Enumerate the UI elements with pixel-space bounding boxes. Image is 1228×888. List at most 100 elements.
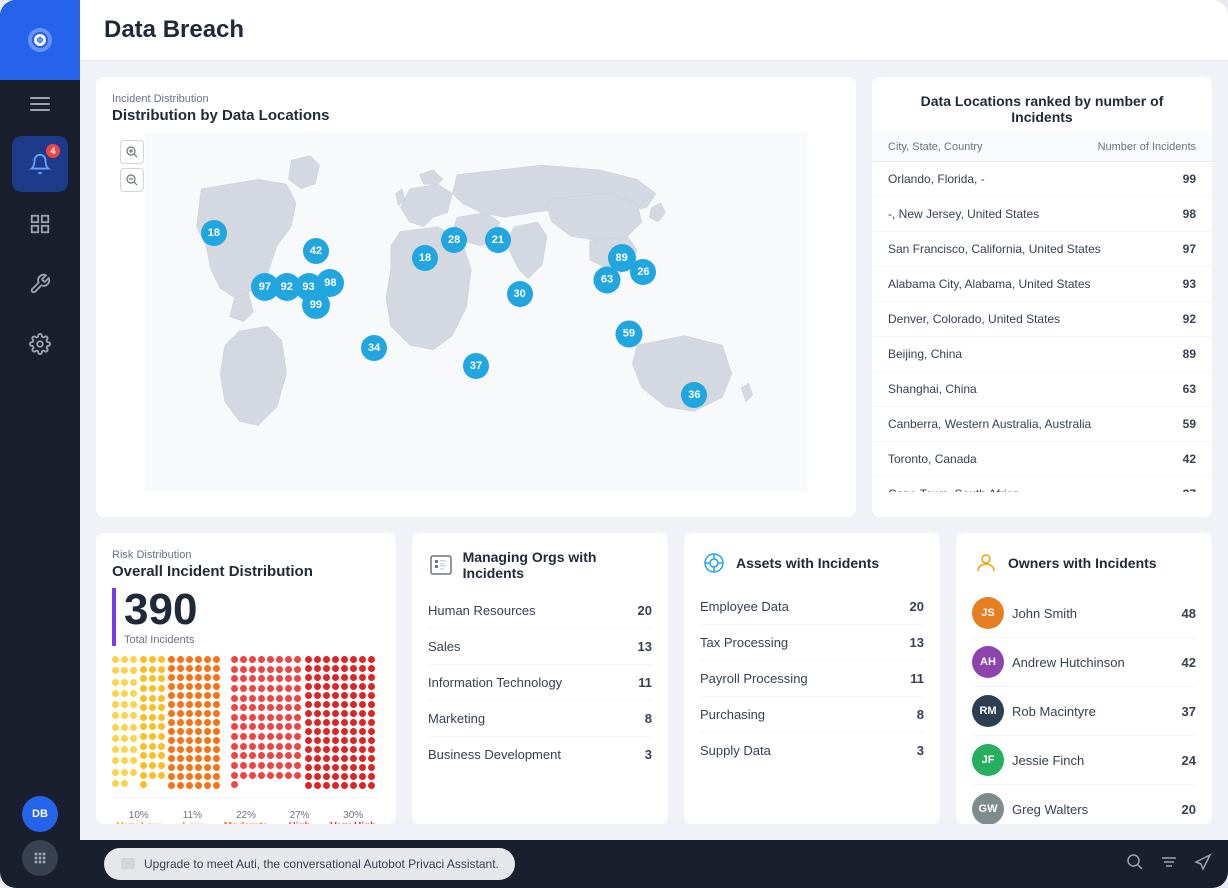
ranking-row: Toronto, Canada 42 <box>872 442 1212 477</box>
ranking-row: Shanghai, China 63 <box>872 372 1212 407</box>
owners-card: Owners with Incidents JS John Smith 48 A… <box>956 533 1212 824</box>
owner-count: 48 <box>1182 606 1196 621</box>
assets-list-item: Supply Data 3 <box>700 733 924 768</box>
assets-list-item: Payroll Processing 11 <box>700 661 924 697</box>
risk-total-container: 390 Total Incidents <box>112 588 197 646</box>
map-marker-21[interactable]: 21 <box>485 227 511 253</box>
owner-count: 24 <box>1182 753 1196 768</box>
content-area: Incident Distribution Distribution by Da… <box>80 61 1228 840</box>
apps-icon[interactable] <box>22 840 58 876</box>
chat-text: Upgrade to meet Auti, the conversational… <box>144 857 499 871</box>
main-content: Data Breach Incident Distribution Distri… <box>80 0 1228 888</box>
owner-avatar: RM <box>972 695 1004 727</box>
map-marker-59[interactable]: 59 <box>615 320 642 347</box>
dot-section <box>168 656 228 789</box>
navigate-button[interactable] <box>1194 853 1212 876</box>
orgs-list: Human Resources 20 Sales 13 Information … <box>428 593 652 772</box>
risk-total-number: 390 <box>124 588 197 632</box>
orgs-card: Managing Orgs with Incidents Human Resou… <box>412 533 668 824</box>
bottom-bar: Upgrade to meet Auti, the conversational… <box>80 840 1228 888</box>
risk-levels: 10% Very Low 35 11% Low 40 22% Moderate … <box>112 797 380 824</box>
map-marker-18-na[interactable]: 18 <box>201 220 227 246</box>
map-marker-28[interactable]: 28 <box>441 227 467 253</box>
search-button[interactable] <box>1126 853 1144 876</box>
map-title: Distribution by Data Locations <box>112 107 840 124</box>
owner-name: Greg Walters <box>1012 802 1174 817</box>
rankings-col-header: City, State, Country Number of Incidents <box>872 133 1212 162</box>
col-incidents-label: Number of Incidents <box>1098 141 1196 153</box>
map-card: Incident Distribution Distribution by Da… <box>96 77 856 517</box>
rankings-title: Data Locations ranked by number of Incid… <box>888 93 1196 125</box>
sidebar-item-dashboard[interactable] <box>12 196 68 252</box>
map-marker-26[interactable]: 26 <box>630 259 656 285</box>
orgs-list-item: Information Technology 11 <box>428 665 652 701</box>
map-marker-99[interactable]: 99 <box>302 291 330 319</box>
owners-title: Owners with Incidents <box>1008 555 1157 571</box>
owner-name: John Smith <box>1012 606 1174 621</box>
risk-title: Overall Incident Distribution <box>112 563 380 580</box>
map-marker-63[interactable]: 63 <box>594 266 621 293</box>
sidebar-bottom: DB <box>22 784 58 888</box>
sidebar-nav: 4 <box>12 128 68 784</box>
assets-icon <box>700 549 728 577</box>
map-marker-34[interactable]: 34 <box>361 335 387 361</box>
chat-bubble-icon <box>120 856 136 872</box>
owner-name: Jessie Finch <box>1012 753 1174 768</box>
app-container: 4 <box>0 0 1228 888</box>
map-marker-36[interactable]: 36 <box>681 382 707 408</box>
map-marker-18-eu[interactable]: 18 <box>412 245 438 271</box>
sidebar-item-alerts[interactable]: 4 <box>12 136 68 192</box>
assets-card: Assets with Incidents Employee Data 20 T… <box>684 533 940 824</box>
sidebar-item-settings[interactable] <box>12 316 68 372</box>
rankings-list[interactable]: Orlando, Florida, - 99 -, New Jersey, Un… <box>872 162 1212 492</box>
risk-level-item: 22% Moderate 90 <box>219 806 273 824</box>
col-city-label: City, State, Country <box>888 141 983 153</box>
owner-row: AH Andrew Hutchinson 42 <box>972 638 1196 687</box>
assets-list-item: Tax Processing 13 <box>700 625 924 661</box>
assets-header: Assets with Incidents <box>700 549 924 577</box>
risk-subtitle: Risk Distribution <box>112 549 380 561</box>
risk-card: Risk Distribution Overall Incident Distr… <box>96 533 396 824</box>
risk-total-label: Total Incidents <box>124 634 197 646</box>
orgs-list-item: Marketing 8 <box>428 701 652 737</box>
owner-count: 42 <box>1182 655 1196 670</box>
orgs-list-item: Human Resources 20 <box>428 593 652 629</box>
owner-avatar: JS <box>972 597 1004 629</box>
ranking-row: -, New Jersey, United States 98 <box>872 197 1212 232</box>
dot-section <box>231 656 301 789</box>
risk-level-item: 11% Low 40 <box>166 806 220 824</box>
owner-count: 20 <box>1182 802 1196 817</box>
risk-total-section: 390 Total Incidents <box>112 588 380 646</box>
zoom-out-button[interactable] <box>120 168 144 192</box>
map-subtitle: Incident Distribution <box>112 93 840 105</box>
ranking-row: Orlando, Florida, - 99 <box>872 162 1212 197</box>
owners-icon <box>972 549 1000 577</box>
owner-row: GW Greg Walters 20 <box>972 785 1196 824</box>
dot-grid <box>112 656 380 789</box>
chat-bubble[interactable]: Upgrade to meet Auti, the conversational… <box>104 848 515 880</box>
bottom-section: Risk Distribution Overall Incident Distr… <box>96 533 1212 824</box>
assets-list-item: Purchasing 8 <box>700 697 924 733</box>
map-container: 18 42 97 92 93 98 99 18 28 <box>112 132 840 492</box>
sidebar-logo[interactable] <box>0 0 80 80</box>
orgs-icon <box>428 551 455 579</box>
assets-title: Assets with Incidents <box>736 555 879 571</box>
menu-icon[interactable] <box>0 80 80 128</box>
map-marker-37[interactable]: 37 <box>463 353 489 379</box>
filter-button[interactable] <box>1160 853 1178 876</box>
risk-level-item: 27% High 105 <box>273 806 327 824</box>
ranking-row: Canberra, Western Australia, Australia 5… <box>872 407 1212 442</box>
top-section: Incident Distribution Distribution by Da… <box>96 77 1212 517</box>
zoom-in-button[interactable] <box>120 140 144 164</box>
owner-name: Rob Macintyre <box>1012 704 1174 719</box>
owner-avatar: JF <box>972 744 1004 776</box>
ranking-row: Cape Town, South Africa 37 <box>872 477 1212 492</box>
map-marker-42[interactable]: 42 <box>303 238 329 264</box>
user-avatar[interactable]: DB <box>22 796 58 832</box>
assets-list-item: Employee Data 20 <box>700 589 924 625</box>
owner-name: Andrew Hutchinson <box>1012 655 1174 670</box>
ranking-row: Denver, Colorado, United States 92 <box>872 302 1212 337</box>
sidebar-item-tools[interactable] <box>12 256 68 312</box>
page-header: Data Breach <box>80 0 1228 61</box>
map-marker-30[interactable]: 30 <box>507 281 533 307</box>
